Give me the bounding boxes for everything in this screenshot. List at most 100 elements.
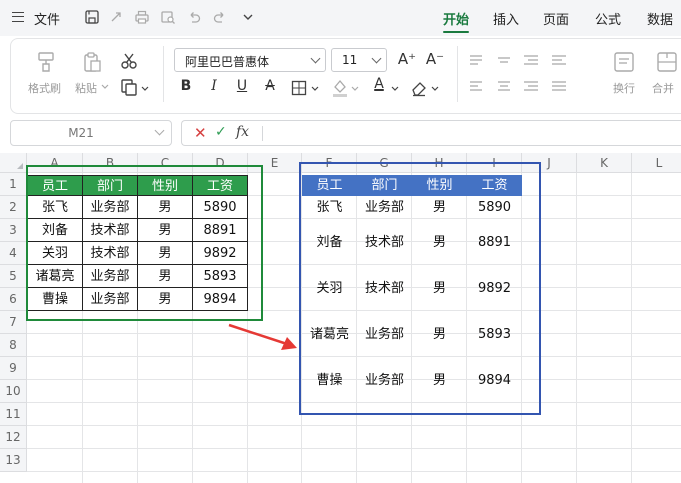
table-a-cell[interactable]: 5890 xyxy=(193,196,248,219)
tab-formula[interactable]: 公式 xyxy=(595,9,621,28)
formula-bar[interactable]: ✕ ✓ fx xyxy=(181,120,681,146)
table-a-cell[interactable]: 5893 xyxy=(193,265,248,288)
row-header-3[interactable]: 3 xyxy=(0,219,27,242)
row-header-10[interactable]: 10 xyxy=(0,380,27,403)
print-icon[interactable] xyxy=(134,9,150,25)
undo-icon[interactable] xyxy=(186,9,202,25)
column-header-h[interactable]: H xyxy=(412,153,467,173)
chevron-down-icon[interactable] xyxy=(101,84,109,90)
table-b-cell[interactable]: 技术部 xyxy=(357,277,412,300)
column-header-k[interactable]: K xyxy=(577,153,632,173)
table-a-cell[interactable]: 男 xyxy=(138,288,193,311)
table-b-cell[interactable]: 曹操 xyxy=(302,369,357,392)
confirm-icon[interactable]: ✓ xyxy=(215,124,227,140)
table-b-header-cell[interactable]: 部门 xyxy=(357,175,412,196)
grow-font-button[interactable]: A⁺ xyxy=(396,50,418,68)
table-a-cell[interactable]: 男 xyxy=(138,265,193,288)
table-b-cell[interactable]: 9892 xyxy=(467,277,522,300)
chevron-down-icon[interactable] xyxy=(141,86,149,92)
share-icon[interactable] xyxy=(108,9,124,25)
chevron-down-icon[interactable] xyxy=(311,86,319,92)
table-b-header-cell[interactable]: 工资 xyxy=(467,175,522,196)
table-a-cell[interactable]: 8891 xyxy=(193,219,248,242)
table-b-cell[interactable]: 男 xyxy=(412,196,467,219)
column-header-j[interactable]: J xyxy=(522,153,577,173)
row-header-9[interactable]: 9 xyxy=(0,357,27,380)
wrap-text-label[interactable]: 换行 xyxy=(613,80,635,96)
file-menu[interactable]: 文件 xyxy=(34,9,60,28)
chevron-down-icon[interactable] xyxy=(240,9,256,25)
table-a-cell[interactable]: 男 xyxy=(138,196,193,219)
table-a-cell[interactable]: 业务部 xyxy=(83,196,138,219)
underline-button[interactable]: U xyxy=(233,78,251,94)
font-color-button[interactable]: A xyxy=(370,76,388,92)
table-b-cell[interactable]: 9894 xyxy=(467,369,522,392)
column-header-e[interactable]: E xyxy=(248,153,302,173)
table-a-header-cell[interactable]: 部门 xyxy=(83,175,138,196)
cancel-icon[interactable]: ✕ xyxy=(194,124,207,142)
bold-button[interactable]: B xyxy=(177,78,195,94)
border-icon[interactable] xyxy=(291,80,307,96)
table-b-cell[interactable]: 男 xyxy=(412,277,467,300)
column-header-l[interactable]: L xyxy=(632,153,681,173)
table-a-cell[interactable]: 技术部 xyxy=(83,219,138,242)
row-header-4[interactable]: 4 xyxy=(0,242,27,265)
table-a-cell[interactable]: 9892 xyxy=(193,242,248,265)
row-header-12[interactable]: 12 xyxy=(0,426,27,449)
row-header-2[interactable]: 2 xyxy=(0,196,27,219)
font-name-select[interactable]: 阿里巴巴普惠体 xyxy=(174,48,326,72)
cut-icon[interactable] xyxy=(120,52,138,70)
row-header-13[interactable]: 13 xyxy=(0,449,27,472)
table-a-cell[interactable]: 技术部 xyxy=(83,242,138,265)
print-preview-icon[interactable] xyxy=(160,9,176,25)
chevron-down-icon[interactable] xyxy=(391,86,399,92)
font-size-select[interactable]: 11 xyxy=(331,48,387,72)
table-b-cell[interactable]: 张飞 xyxy=(302,196,357,219)
name-box[interactable]: M21 xyxy=(10,120,172,146)
column-header-b[interactable]: B xyxy=(83,153,138,173)
format-painter-label[interactable]: 格式刷 xyxy=(28,80,61,96)
wrap-text-icon[interactable] xyxy=(612,50,636,74)
strikethrough-button[interactable]: A xyxy=(261,78,279,94)
table-a-cell[interactable]: 业务部 xyxy=(83,265,138,288)
table-a-cell[interactable]: 刘备 xyxy=(27,219,83,242)
column-header-f[interactable]: F xyxy=(302,153,357,173)
fill-color-icon[interactable] xyxy=(331,78,349,98)
eraser-icon[interactable] xyxy=(410,79,428,97)
table-a-cell[interactable]: 业务部 xyxy=(83,288,138,311)
table-a-cell[interactable]: 曹操 xyxy=(27,288,83,311)
shrink-font-button[interactable]: A⁻ xyxy=(424,50,446,68)
format-painter-icon[interactable] xyxy=(34,50,58,74)
table-b-cell[interactable]: 业务部 xyxy=(357,323,412,346)
table-a-cell[interactable]: 男 xyxy=(138,242,193,265)
table-b-cell[interactable]: 男 xyxy=(412,323,467,346)
menu-icon[interactable] xyxy=(12,12,24,22)
spreadsheet-grid[interactable]: A B C D E F G H I J K L 1 2 3 4 5 6 7 8 9 10 11 12 13 员工 部门 性别 工资 张飞业… xyxy=(0,153,681,483)
alignment-icon-group[interactable] xyxy=(468,52,572,96)
redo-icon[interactable] xyxy=(212,9,228,25)
table-b-header-cell[interactable]: 性别 xyxy=(412,175,467,196)
table-b-cell[interactable]: 男 xyxy=(412,231,467,254)
merge-cells-icon[interactable] xyxy=(655,50,679,74)
paste-label[interactable]: 粘贴 xyxy=(75,80,97,96)
column-header-g[interactable]: G xyxy=(357,153,412,173)
table-b-cell[interactable]: 技术部 xyxy=(357,231,412,254)
insert-function-icon[interactable]: fx xyxy=(236,124,249,140)
row-header-6[interactable]: 6 xyxy=(0,288,27,311)
table-a-cell[interactable]: 关羽 xyxy=(27,242,83,265)
table-a-header-cell[interactable]: 性别 xyxy=(138,175,193,196)
select-all-corner[interactable] xyxy=(0,153,27,173)
paste-icon[interactable] xyxy=(80,50,104,74)
table-b-cell[interactable]: 业务部 xyxy=(357,369,412,392)
copy-icon[interactable] xyxy=(120,78,138,96)
table-b-cell[interactable]: 5893 xyxy=(467,323,522,346)
table-a-header-cell[interactable]: 工资 xyxy=(193,175,248,196)
table-b-cell[interactable]: 8891 xyxy=(467,231,522,254)
table-b-cell[interactable]: 刘备 xyxy=(302,231,357,254)
table-a-header-cell[interactable]: 员工 xyxy=(27,175,83,196)
table-a-cell[interactable]: 张飞 xyxy=(27,196,83,219)
column-header-d[interactable]: D xyxy=(193,153,248,173)
table-b-header-cell[interactable]: 员工 xyxy=(302,175,357,196)
table-b-cell[interactable]: 男 xyxy=(412,369,467,392)
column-header-i[interactable]: I xyxy=(467,153,522,173)
